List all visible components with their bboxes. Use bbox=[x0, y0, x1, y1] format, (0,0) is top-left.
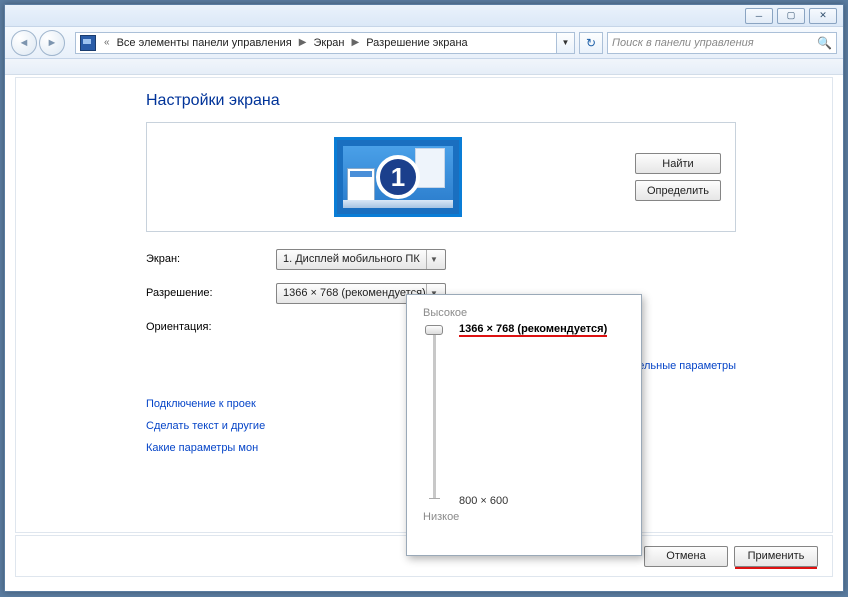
slider-bottom-value[interactable]: 800 × 600 bbox=[459, 495, 508, 507]
resolution-combo-value: 1366 × 768 (рекомендуется) bbox=[283, 287, 426, 299]
monitor-thumbnail[interactable]: 1 bbox=[334, 137, 462, 217]
nav-bar: ◄ ► « Все элементы панели управления ▶ Э… bbox=[5, 27, 843, 59]
breadcrumb-level2[interactable]: Разрешение экрана bbox=[363, 37, 470, 49]
breadcrumb-level1[interactable]: Экран bbox=[310, 37, 347, 49]
control-panel-icon bbox=[80, 35, 96, 51]
close-button[interactable]: ✕ bbox=[809, 8, 837, 24]
refresh-button[interactable]: ↻ bbox=[579, 32, 603, 54]
find-button[interactable]: Найти bbox=[635, 153, 721, 174]
cancel-button[interactable]: Отмена bbox=[644, 546, 728, 567]
slider-low-label: Низкое bbox=[423, 511, 625, 523]
toolbar-strip bbox=[5, 59, 843, 75]
display-combo-value: 1. Дисплей мобильного ПК bbox=[283, 253, 420, 265]
apply-button[interactable]: Применить bbox=[734, 546, 818, 567]
back-button[interactable]: ◄ bbox=[11, 30, 37, 56]
identify-button[interactable]: Определить bbox=[635, 180, 721, 201]
maximize-button[interactable]: ▢ bbox=[777, 8, 805, 24]
address-bar[interactable]: « Все элементы панели управления ▶ Экран… bbox=[75, 32, 575, 54]
window-icon bbox=[415, 148, 445, 188]
minimize-button[interactable]: ─ bbox=[745, 8, 773, 24]
slider-high-label: Высокое bbox=[423, 307, 625, 319]
slider-top-value[interactable]: 1366 × 768 (рекомендуется) bbox=[459, 323, 607, 335]
orientation-label: Ориентация: bbox=[146, 321, 276, 333]
search-placeholder: Поиск в панели управления bbox=[612, 37, 754, 49]
display-combo[interactable]: 1. Дисплей мобильного ПК ▼ bbox=[276, 249, 446, 270]
page-title: Настройки экрана bbox=[146, 92, 736, 110]
title-bar: ─ ▢ ✕ bbox=[5, 5, 843, 27]
search-icon[interactable]: 🔍 bbox=[817, 36, 832, 50]
address-dropdown[interactable]: ▼ bbox=[556, 33, 574, 53]
chevron-right-icon: ▶ bbox=[295, 37, 311, 48]
search-input[interactable]: Поиск в панели управления 🔍 bbox=[607, 32, 837, 54]
chevron-right-icon: ▶ bbox=[348, 37, 364, 48]
breadcrumb-root[interactable]: Все элементы панели управления bbox=[114, 37, 295, 49]
chevron-down-icon: ▼ bbox=[426, 250, 441, 269]
display-preview-panel: 1 Найти Определить bbox=[146, 122, 736, 232]
forward-button[interactable]: ► bbox=[39, 30, 65, 56]
monitor-number: 1 bbox=[376, 155, 420, 199]
slider-thumb[interactable] bbox=[425, 325, 443, 335]
resolution-label: Разрешение: bbox=[146, 287, 276, 299]
chevron-left-icon: « bbox=[100, 37, 114, 48]
resolution-slider-popup: Высокое 1366 × 768 (рекомендуется) 800 ×… bbox=[406, 294, 642, 556]
resolution-slider[interactable] bbox=[425, 325, 445, 505]
display-label: Экран: bbox=[146, 253, 276, 265]
